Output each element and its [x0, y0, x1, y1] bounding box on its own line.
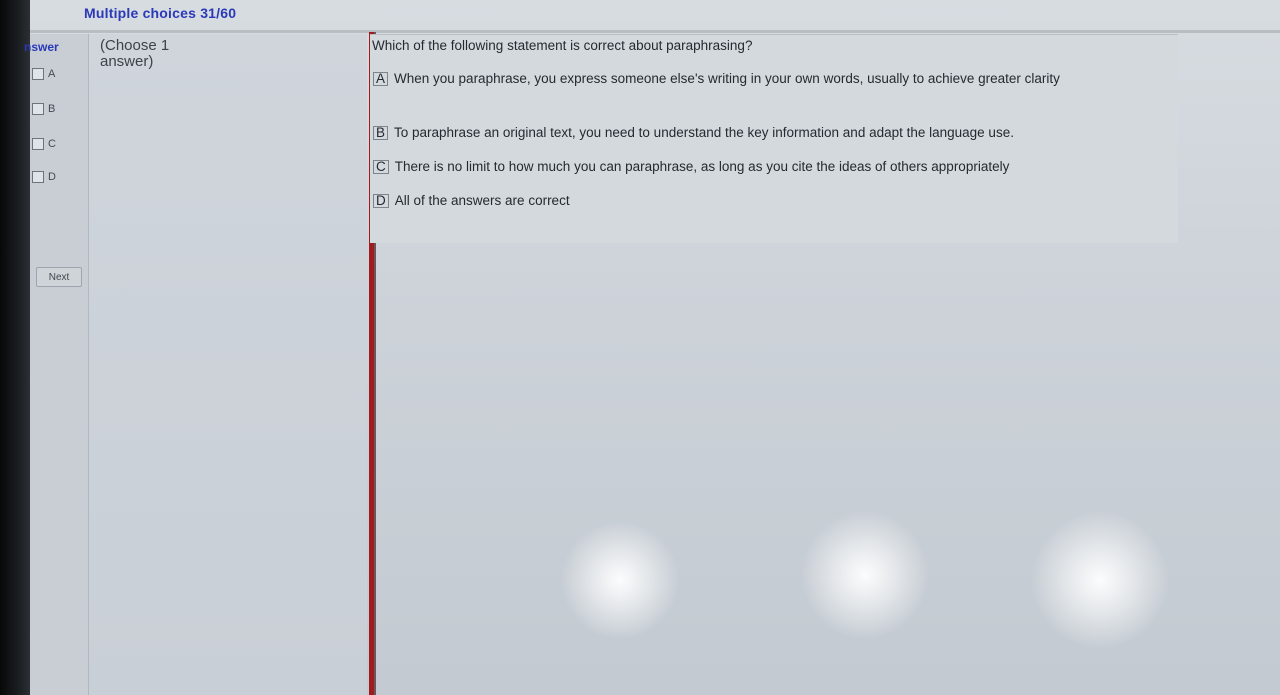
choice-letter: B	[373, 126, 389, 140]
answer-option-label: B	[48, 103, 56, 115]
header-divider	[30, 30, 1280, 33]
choice-letter: C	[373, 160, 389, 174]
answer-option-label: A	[48, 68, 56, 80]
checkbox[interactable]	[32, 68, 44, 80]
choice-letter: D	[373, 194, 389, 208]
checkbox[interactable]	[32, 171, 44, 183]
answer-option-d[interactable]: D	[32, 171, 56, 183]
choice-d: D All of the answers are correct	[373, 194, 1153, 208]
instruction-column	[89, 34, 367, 695]
checkbox[interactable]	[32, 138, 44, 150]
page-title: Multiple choices 31/60	[84, 5, 237, 21]
choice-c: C There is no limit to how much you can p…	[373, 160, 1153, 174]
answer-option-b[interactable]: B	[32, 103, 55, 115]
choice-a: A When you paraphrase, you express someon…	[373, 72, 1153, 86]
answer-option-label: C	[48, 138, 56, 150]
answer-option-label: D	[48, 171, 56, 183]
next-button[interactable]: Next	[36, 267, 82, 287]
choice-text: When you paraphrase, you express someone…	[394, 71, 1060, 86]
answer-option-a[interactable]: A	[32, 68, 55, 80]
choice-text: There is no limit to how much you can pa…	[394, 159, 1010, 174]
checkbox[interactable]	[32, 103, 44, 115]
answer-column	[30, 34, 89, 695]
choice-text: To paraphrase an original text, you need…	[394, 125, 1014, 140]
choice-letter: A	[373, 72, 389, 86]
choice-text: All of the answers are correct	[394, 193, 570, 208]
answer-option-c[interactable]: C	[32, 138, 56, 150]
question-text: Which of the following statement is corr…	[372, 38, 753, 53]
instruction-text: (Choose 1 answer)	[100, 37, 170, 70]
answer-column-label: nswer	[24, 40, 59, 54]
choice-b: B To paraphrase an original text, you nee…	[373, 126, 1153, 140]
monitor-bezel	[0, 0, 30, 695]
